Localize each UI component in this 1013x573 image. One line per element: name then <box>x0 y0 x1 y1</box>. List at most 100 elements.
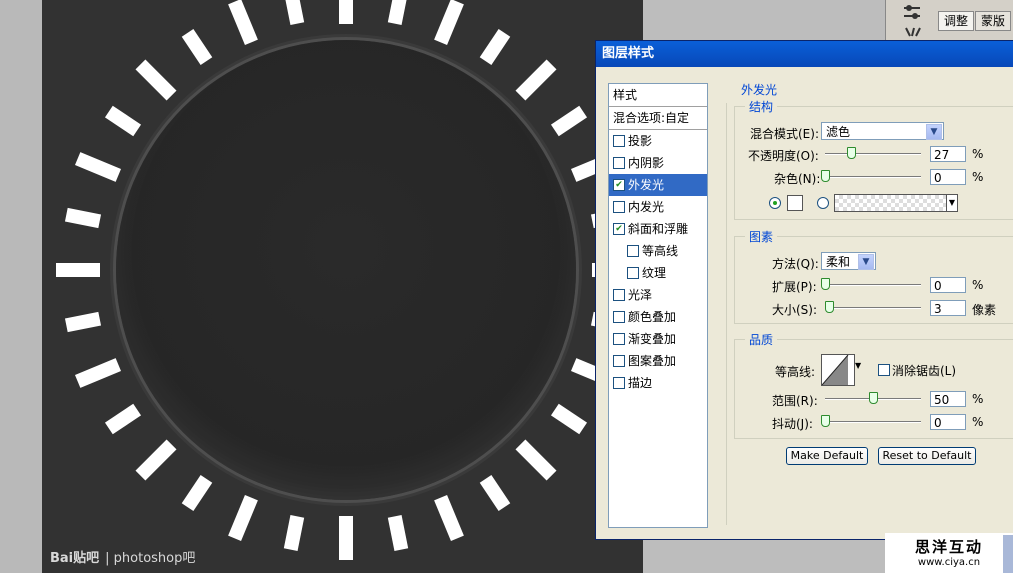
spread-slider[interactable] <box>821 278 921 290</box>
opacity-slider-thumb[interactable] <box>847 147 856 159</box>
style-item-label: 样式 <box>613 88 638 102</box>
tick-mark <box>388 0 409 26</box>
unchecked-checkbox[interactable] <box>627 244 639 257</box>
logo-sub-text: www.ciya.cn <box>917 557 981 568</box>
style-item-label: 渐变叠加 <box>628 332 677 346</box>
style-item[interactable]: 图案叠加 <box>609 350 707 372</box>
technique-select[interactable]: 柔和 ▼ <box>821 252 876 270</box>
style-item-label: 光泽 <box>628 288 653 302</box>
contour-dropdown-icon[interactable]: ▼ <box>855 361 861 370</box>
chevron-down-icon: ▼ <box>858 254 874 270</box>
contour-curve-icon <box>822 355 849 385</box>
style-item-label: 图案叠加 <box>628 354 677 368</box>
tick-mark <box>56 263 100 277</box>
style-list: 样式 混合选项:自定 投影 内阴影 ✔ 外发光 内发光 ✔ 斜面和浮雕 等高线 纹理 光泽 颜色叠加 渐变… <box>608 83 708 528</box>
tick-mark <box>65 207 102 228</box>
tieba-logo: Bai贴吧 <box>50 551 100 566</box>
opacity-unit: % <box>972 147 984 161</box>
opacity-slider[interactable] <box>825 147 921 159</box>
style-item-label: 外发光 <box>628 178 665 192</box>
size-input[interactable]: 3 <box>930 300 966 316</box>
style-item-label: 颜色叠加 <box>628 310 677 324</box>
range-unit: % <box>972 392 984 406</box>
gradient-radio[interactable] <box>817 197 829 209</box>
jitter-slider[interactable] <box>821 415 921 427</box>
opacity-input[interactable]: 27 <box>930 146 966 162</box>
noise-slider[interactable] <box>821 170 921 182</box>
noise-label: 杂色(N): <box>774 172 821 186</box>
size-slider-thumb[interactable] <box>825 301 834 313</box>
technique-value: 柔和 <box>826 255 851 269</box>
style-item[interactable]: ✔ 斜面和浮雕 <box>609 218 707 240</box>
document-canvas[interactable]: Bai贴吧 | photoshop吧 <box>42 0 643 573</box>
style-item-label: 投影 <box>628 134 653 148</box>
panel-tool-icons[interactable] <box>900 2 924 38</box>
blend-mode-select[interactable]: 滤色 ▼ <box>821 122 944 140</box>
style-item[interactable]: 样式 <box>609 84 707 107</box>
range-slider[interactable] <box>825 392 921 404</box>
checked-checkbox[interactable]: ✔ <box>613 222 625 235</box>
antialias-label: 消除锯齿(L) <box>892 364 957 378</box>
unchecked-checkbox[interactable] <box>613 310 625 323</box>
unchecked-checkbox[interactable] <box>627 266 639 279</box>
size-slider[interactable] <box>825 301 921 313</box>
unchecked-checkbox[interactable] <box>613 134 625 147</box>
tick-mark <box>105 403 142 435</box>
dark-circle-shape <box>116 40 576 500</box>
reset-default-button[interactable]: Reset to Default <box>878 447 976 465</box>
tick-mark <box>479 474 511 511</box>
style-item[interactable]: 渐变叠加 <box>609 328 707 350</box>
unchecked-checkbox[interactable] <box>613 288 625 301</box>
range-slider-thumb[interactable] <box>869 392 878 404</box>
style-item-label: 混合选项:自定 <box>613 111 690 125</box>
glow-color-swatch[interactable] <box>787 195 803 211</box>
style-item[interactable]: 混合选项:自定 <box>609 107 707 130</box>
tick-mark <box>75 152 122 183</box>
unchecked-checkbox[interactable] <box>613 156 625 169</box>
tick-mark <box>550 403 587 435</box>
style-item[interactable]: 投影 <box>609 130 707 152</box>
tab-adjustments[interactable]: 调整 <box>938 11 975 31</box>
outer-glow-title: 外发光 <box>741 83 778 97</box>
size-unit: 像素 <box>972 303 997 317</box>
gradient-dropdown-icon[interactable]: ▼ <box>946 195 957 211</box>
tick-mark <box>181 474 213 511</box>
tick-mark <box>339 516 353 560</box>
style-item[interactable]: 等高线 <box>609 240 707 262</box>
unchecked-checkbox[interactable] <box>613 332 625 345</box>
unchecked-checkbox[interactable] <box>613 376 625 389</box>
spread-unit: % <box>972 278 984 292</box>
noise-input[interactable]: 0 <box>930 169 966 185</box>
jitter-input[interactable]: 0 <box>930 414 966 430</box>
tick-mark <box>514 59 557 101</box>
unchecked-checkbox[interactable] <box>613 200 625 213</box>
solid-color-radio[interactable] <box>769 197 781 209</box>
gradient-picker[interactable]: ▼ <box>834 194 958 212</box>
spread-slider-thumb[interactable] <box>821 278 830 290</box>
antialias-checkbox[interactable] <box>878 364 890 376</box>
make-default-button[interactable]: Make Default <box>786 447 868 465</box>
contour-label: 等高线: <box>775 365 816 379</box>
spread-input[interactable]: 0 <box>930 277 966 293</box>
unchecked-checkbox[interactable] <box>613 354 625 367</box>
style-item[interactable]: 内发光 <box>609 196 707 218</box>
tab-masks[interactable]: 蒙版 <box>975 11 1012 31</box>
style-item[interactable]: ✔ 外发光 <box>609 174 707 196</box>
style-item[interactable]: 光泽 <box>609 284 707 306</box>
tick-mark <box>339 0 353 24</box>
opacity-label: 不透明度(O): <box>748 149 819 163</box>
style-item[interactable]: 描边 <box>609 372 707 394</box>
tick-mark <box>433 494 464 541</box>
quality-legend: 品质 <box>745 331 778 348</box>
range-input[interactable]: 50 <box>930 391 966 407</box>
style-item[interactable]: 内阴影 <box>609 152 707 174</box>
tick-mark <box>550 105 587 137</box>
style-item[interactable]: 纹理 <box>609 262 707 284</box>
checked-checkbox[interactable]: ✔ <box>613 178 625 191</box>
style-item[interactable]: 颜色叠加 <box>609 306 707 328</box>
dialog-title[interactable]: 图层样式 <box>596 41 1013 67</box>
sliders-icon <box>904 5 921 37</box>
contour-preview[interactable] <box>821 354 855 386</box>
noise-slider-thumb[interactable] <box>821 170 830 182</box>
jitter-slider-thumb[interactable] <box>821 415 830 427</box>
